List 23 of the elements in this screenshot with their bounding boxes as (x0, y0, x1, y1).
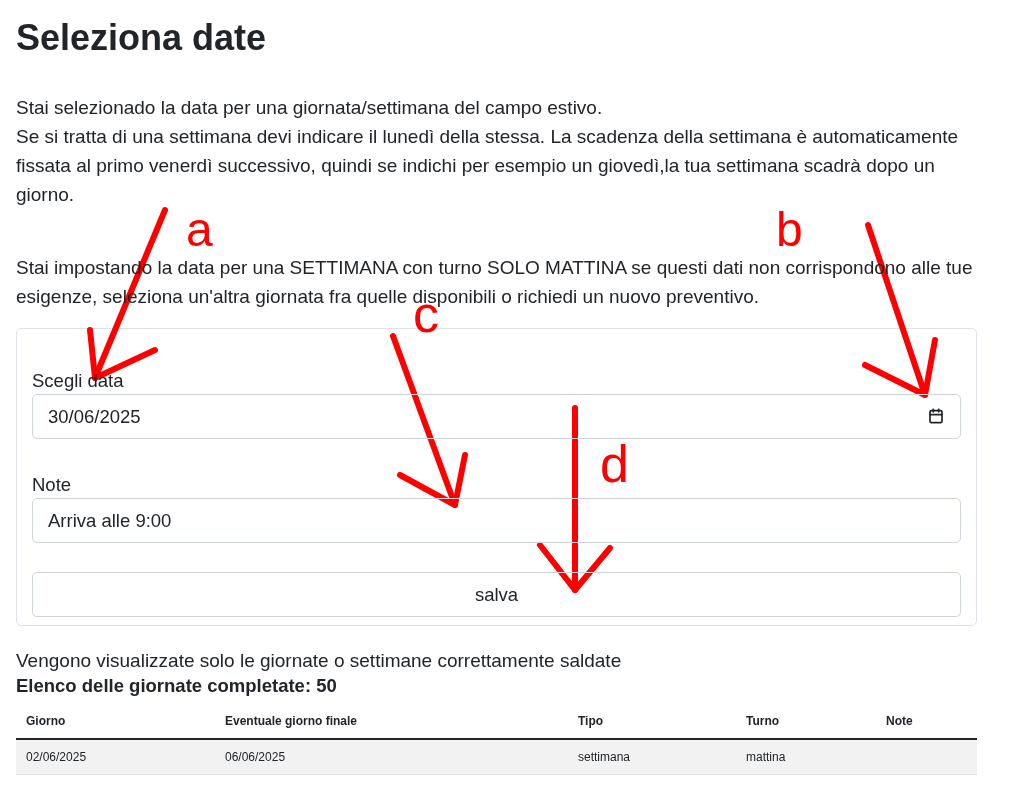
field-label: Note (32, 473, 72, 497)
info-text: Vengono visualizzate solo le giornate o settimane correttamente saldate (16, 649, 623, 673)
calendar-icon[interactable] (928, 408, 944, 424)
table-cell-text: settimana (577, 749, 632, 766)
annotation-letter: b (776, 212, 803, 248)
page-title: Seleziona date (16, 16, 268, 60)
column-header: Note (885, 713, 914, 730)
column-header: Turno (745, 713, 781, 730)
table-cell-text: mattina (745, 749, 787, 766)
annotation-letter: a (186, 212, 213, 248)
list-title: Elenco delle giornate completate: 50 (16, 674, 338, 698)
annotation-letter: d (600, 440, 629, 488)
note-field[interactable]: Arriva alle 9:00 (32, 498, 961, 543)
column-header: Giorno (25, 713, 67, 730)
save-button[interactable]: salva (32, 572, 961, 617)
date-field[interactable]: 30/06/2025 (32, 394, 961, 439)
column-header: Eventuale giorno finale (224, 713, 359, 730)
column-header: Tipo (577, 713, 605, 730)
table-cell-text: 02/06/2025 (25, 749, 88, 766)
table-cell-text: 06/06/2025 (224, 749, 287, 766)
field-label: Scegli data (32, 369, 124, 393)
intro-text: Se si tratta di una settimana devi indicare il lunedì della stessa. La scadenza della settimana è automaticamente fissata al primo venerdì successivo, quindi se indichi per esempio un giovedì,la tua settimana scadrà dopo un giorno. (16, 125, 960, 207)
intro-text: Stai selezionado la data per una giornata/settimana del campo estivo. (16, 96, 604, 120)
